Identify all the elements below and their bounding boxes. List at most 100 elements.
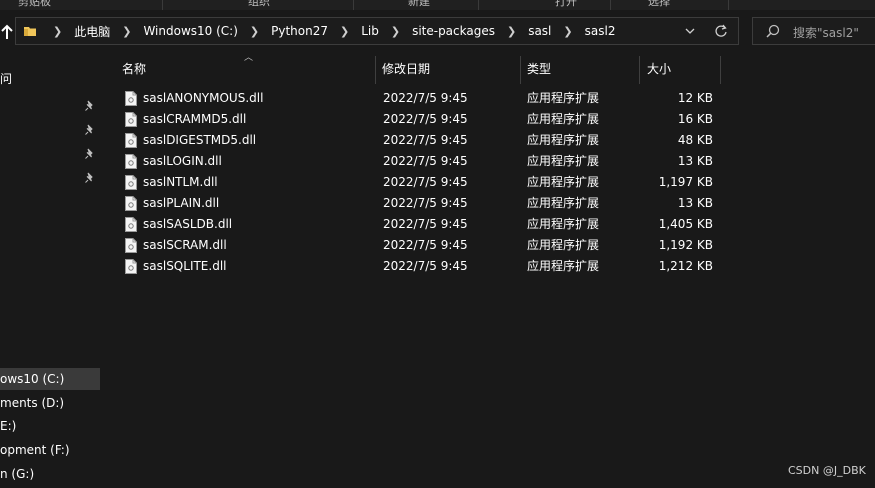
column-header-name[interactable]: 名称 (122, 56, 146, 84)
dll-file-icon (125, 238, 137, 253)
file-type: 应用程序扩展 (527, 238, 600, 252)
crumb-drive-c[interactable]: Windows10 (C:) (143, 24, 237, 38)
file-type: 应用程序扩展 (527, 259, 600, 273)
nav-drive-e[interactable]: E:) (0, 415, 100, 437)
file-list: ︿ 名称 修改日期 类型 大小 saslANONYMOUS.dll 2022/7/… (103, 52, 875, 488)
crumb-site-packages[interactable]: site-packages (412, 24, 495, 38)
column-divider[interactable] (639, 56, 640, 84)
file-type: 应用程序扩展 (527, 112, 600, 126)
search-box[interactable]: 搜索"sasl2" (752, 17, 875, 45)
watermark: CSDN @J_DBK (788, 464, 866, 477)
ribbon-divider (353, 0, 354, 10)
file-type: 应用程序扩展 (527, 217, 600, 231)
file-row[interactable]: saslDIGESTMD5.dll 2022/7/5 9:45 应用程序扩展 48 K… (103, 130, 723, 151)
pin-icon[interactable] (84, 100, 96, 112)
crumb-lib[interactable]: Lib (361, 24, 379, 38)
ribbon-divider (728, 0, 729, 10)
file-name: saslLOGIN.dll (143, 154, 222, 168)
file-row[interactable]: saslSASLDB.dll 2022/7/5 9:45 应用程序扩展 1,405 K… (103, 214, 723, 235)
dll-file-icon (125, 217, 137, 232)
quick-access-label[interactable]: 问 (0, 70, 12, 87)
file-name: saslSCRAM.dll (143, 238, 227, 252)
column-divider[interactable] (520, 56, 521, 84)
dll-file-icon (125, 133, 137, 148)
chevron-right-icon[interactable]: ❯ (391, 25, 400, 38)
file-name: saslDIGESTMD5.dll (143, 133, 257, 147)
chevron-right-icon[interactable]: ❯ (250, 25, 259, 38)
column-header-size[interactable]: 大小 (647, 56, 671, 84)
ribbon-clipboard[interactable]: 剪贴板 (18, 0, 51, 9)
file-name: saslANONYMOUS.dll (143, 91, 264, 105)
folder-icon (24, 27, 36, 36)
file-name: saslSQLITE.dll (143, 259, 227, 273)
file-name: saslCRAMMD5.dll (143, 112, 247, 126)
sort-ascending-icon: ︿ (244, 53, 254, 63)
dll-file-icon (125, 91, 137, 106)
file-date: 2022/7/5 9:45 (383, 196, 468, 210)
file-size: 16 KB (677, 112, 713, 126)
ribbon-new[interactable]: 新建 (408, 0, 430, 9)
chevron-right-icon[interactable]: ❯ (122, 25, 131, 38)
file-row[interactable]: saslPLAIN.dll 2022/7/5 9:45 应用程序扩展 13 KB (103, 193, 723, 214)
file-row[interactable]: saslNTLM.dll 2022/7/5 9:45 应用程序扩展 1,197 KB (103, 172, 723, 193)
chevron-right-icon[interactable]: ❯ (507, 25, 516, 38)
column-header-type[interactable]: 类型 (527, 56, 551, 84)
chevron-right-icon[interactable]: ❯ (340, 25, 349, 38)
search-placeholder: 搜索"sasl2" (793, 26, 859, 40)
file-size: 1,192 KB (658, 238, 713, 252)
chevron-down-icon[interactable] (680, 20, 700, 42)
file-size: 1,212 KB (658, 259, 713, 273)
ribbon-organize[interactable]: 组织 (248, 0, 270, 9)
column-header-date[interactable]: 修改日期 (382, 56, 430, 84)
file-size: 13 KB (677, 196, 713, 210)
ribbon-select[interactable]: 选择 (648, 0, 670, 9)
dll-file-icon (125, 112, 137, 127)
file-name: saslPLAIN.dll (143, 196, 220, 210)
file-name: saslSASLDB.dll (143, 217, 233, 231)
ribbon-open[interactable]: 打开 (555, 0, 577, 9)
breadcrumb: ❯ 此电脑 ❯ Windows10 (C:) ❯ Python27 ❯ Lib … (43, 18, 615, 44)
file-row[interactable]: saslANONYMOUS.dll 2022/7/5 9:45 应用程序扩展 12 K… (103, 88, 723, 109)
search-icon (766, 24, 780, 38)
file-size: 1,197 KB (658, 175, 713, 189)
file-row[interactable]: saslSQLITE.dll 2022/7/5 9:45 应用程序扩展 1,212 K… (103, 256, 723, 277)
crumb-sasl[interactable]: sasl (528, 24, 551, 38)
file-row[interactable]: saslSCRAM.dll 2022/7/5 9:45 应用程序扩展 1,192 KB (103, 235, 723, 256)
nav-drive-d[interactable]: ments (D:) (0, 392, 100, 414)
file-size: 13 KB (677, 154, 713, 168)
address-bar[interactable]: ❯ 此电脑 ❯ Windows10 (C:) ❯ Python27 ❯ Lib … (15, 17, 739, 45)
refresh-icon[interactable] (710, 20, 732, 42)
nav-drive-g[interactable]: n (G:) (0, 463, 100, 485)
crumb-python27[interactable]: Python27 (271, 24, 328, 38)
file-date: 2022/7/5 9:45 (383, 154, 468, 168)
nav-drive-f[interactable]: opment (F:) (0, 439, 100, 461)
ribbon-divider (610, 0, 611, 10)
chevron-right-icon[interactable]: ❯ (563, 25, 572, 38)
file-type: 应用程序扩展 (527, 154, 600, 168)
file-size: 1,405 KB (658, 217, 713, 231)
file-type: 应用程序扩展 (527, 196, 600, 210)
file-date: 2022/7/5 9:45 (383, 175, 468, 189)
column-divider[interactable] (720, 56, 721, 84)
pin-icon[interactable] (84, 172, 96, 184)
file-date: 2022/7/5 9:45 (383, 133, 468, 147)
pin-icon[interactable] (84, 148, 96, 160)
chevron-right-icon[interactable]: ❯ (53, 25, 62, 38)
file-name: saslNTLM.dll (143, 175, 218, 189)
file-row[interactable]: saslCRAMMD5.dll 2022/7/5 9:45 应用程序扩展 16 KB (103, 109, 723, 130)
file-date: 2022/7/5 9:45 (383, 217, 468, 231)
crumb-this-pc[interactable]: 此电脑 (74, 23, 110, 40)
nav-drive-c[interactable]: ows10 (C:) (0, 368, 100, 390)
file-size: 48 KB (677, 133, 713, 147)
ribbon-strip: 剪贴板 组织 新建 打开 选择 (0, 0, 875, 10)
dll-file-icon (125, 175, 137, 190)
crumb-sasl2[interactable]: sasl2 (585, 24, 616, 38)
file-type: 应用程序扩展 (527, 91, 600, 105)
navigation-pane: 问 ows10 (C:) ments (D:) E:) opment (F:) … (0, 52, 103, 488)
pin-icon[interactable] (84, 124, 96, 136)
column-divider[interactable] (375, 56, 376, 84)
ribbon-divider (162, 0, 163, 10)
file-row[interactable]: saslLOGIN.dll 2022/7/5 9:45 应用程序扩展 13 KB (103, 151, 723, 172)
file-date: 2022/7/5 9:45 (383, 259, 468, 273)
up-arrow-icon[interactable] (0, 20, 14, 44)
